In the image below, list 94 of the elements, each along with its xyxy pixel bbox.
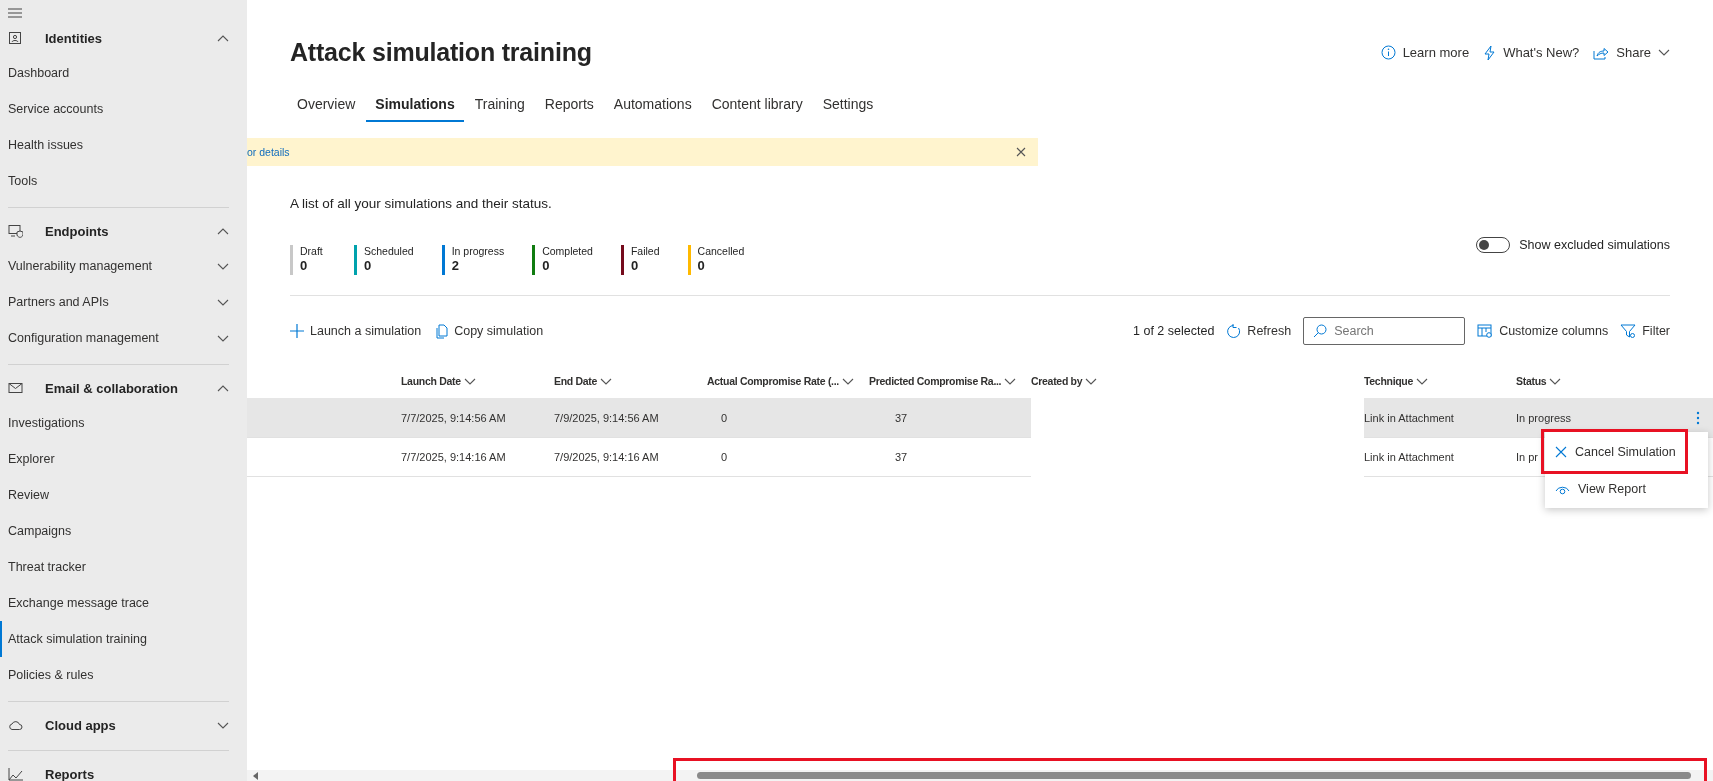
table-cell: 7/9/2025, 9:14:16 AM	[554, 450, 659, 463]
selection-count: 1 of 2 selected	[1133, 324, 1215, 338]
stat-count: 0	[364, 258, 373, 273]
nav-item[interactable]: Policies & rules	[0, 657, 229, 693]
stat-label: Completed	[542, 245, 593, 257]
nav-item[interactable]: Investigations	[0, 405, 229, 441]
close-icon	[1555, 445, 1567, 458]
menu-item[interactable]: Cancel Simulation	[1541, 429, 1688, 474]
scroll-left-icon	[253, 771, 259, 780]
tab[interactable]: Settings	[813, 90, 883, 122]
table-cell: 0	[721, 411, 728, 424]
section-icon	[8, 718, 23, 732]
toolbar-button[interactable]: Launch a simulation	[290, 323, 422, 339]
stat-count: 0	[697, 258, 706, 273]
info-icon	[1380, 45, 1396, 60]
stat-count: 0	[630, 258, 640, 273]
stat-label: Draft	[300, 245, 323, 257]
tab[interactable]: Training	[465, 90, 534, 122]
stat-label: In progress	[451, 245, 505, 257]
nav-item[interactable]: Review	[0, 477, 229, 513]
lightning-icon	[1483, 44, 1497, 61]
stat-label: Cancelled	[697, 245, 745, 257]
menu-button[interactable]	[8, 8, 22, 18]
table-cell: 37	[895, 450, 908, 463]
search-field[interactable]: Search	[1303, 317, 1466, 345]
column-header[interactable]: Actual Compromise Rate (...	[707, 375, 854, 387]
header-action-button[interactable]: What's New?	[1483, 44, 1580, 61]
stat-count: 0	[542, 258, 551, 273]
nav-section-header[interactable]: Reports	[0, 757, 229, 781]
table-cell: 7/7/2025, 9:14:16 AM	[401, 450, 506, 463]
nav-item[interactable]: Threat tracker	[0, 549, 229, 585]
table-cell: 7/9/2025, 9:14:56 AM	[554, 411, 659, 424]
share-icon	[1593, 45, 1610, 60]
more-icon	[1696, 410, 1700, 425]
column-header[interactable]: End Date	[554, 375, 613, 387]
stat-count: 2	[451, 258, 460, 273]
tab[interactable]: Simulations	[366, 90, 464, 122]
plus-icon	[290, 324, 304, 338]
nav-item[interactable]: Explorer	[0, 441, 229, 477]
columns-gear-icon	[1477, 324, 1494, 338]
toggle-label: Show excluded simulations	[1519, 238, 1670, 252]
search-icon	[1313, 324, 1328, 338]
column-header[interactable]: Status	[1516, 375, 1562, 387]
nav-item[interactable]: Configuration management	[0, 320, 229, 356]
page-title: Attack simulation training	[290, 38, 592, 67]
stat-label: Failed	[630, 245, 660, 257]
table-cell: In progress	[1516, 411, 1572, 424]
stat-label: Scheduled	[364, 245, 414, 257]
table-cell: Link in Attachment	[1364, 450, 1454, 463]
refresh-icon	[1226, 323, 1242, 339]
filter-icon	[1620, 323, 1637, 339]
nav-section-header[interactable]: Email & collaboration	[0, 371, 229, 405]
nav-item[interactable]: Exchange message trace	[0, 585, 229, 621]
column-header[interactable]: Predicted Compromise Ra...	[869, 375, 1017, 387]
tab[interactable]: Content library	[702, 90, 812, 122]
section-icon	[8, 767, 23, 781]
refresh-button[interactable]: Refresh	[1226, 323, 1292, 339]
header-action-button[interactable]: Learn more	[1380, 44, 1470, 61]
column-header[interactable]: Launch Date	[401, 375, 476, 387]
tab[interactable]: Reports	[535, 90, 603, 122]
nav-item[interactable]: Health issues	[0, 127, 229, 163]
nav-item[interactable]: Campaigns	[0, 513, 229, 549]
tab[interactable]: Automations	[604, 90, 701, 122]
nav-section-header[interactable]: Endpoints	[0, 214, 229, 248]
column-header[interactable]: Technique	[1364, 375, 1429, 387]
menu-item[interactable]: View Report	[1545, 474, 1708, 504]
nav-item[interactable]: Tools	[0, 163, 229, 199]
table-cell: 0	[721, 450, 728, 463]
close-icon	[1016, 147, 1026, 157]
stat-count: 0	[300, 258, 309, 273]
table-cell: In pr	[1516, 450, 1538, 463]
section-icon	[8, 31, 23, 45]
menu-icon	[8, 8, 22, 18]
nav-section-header[interactable]: Cloud apps	[0, 708, 229, 742]
filter-button[interactable]: Filter	[1620, 323, 1670, 339]
copy-icon	[435, 323, 449, 339]
nav-item[interactable]: Dashboard	[0, 55, 229, 91]
nav-item[interactable]: Vulnerability management	[0, 248, 229, 284]
tab[interactable]: Overview	[288, 90, 365, 122]
section-icon	[8, 381, 23, 395]
nav-section-header[interactable]: Identities	[0, 21, 229, 55]
details-link[interactable]: or details	[247, 146, 290, 158]
description-text: A list of all your simulations and their status.	[290, 196, 553, 211]
header-action-button[interactable]: Share	[1593, 44, 1670, 61]
nav-item[interactable]: Partners and APIs	[0, 284, 229, 320]
section-icon	[8, 224, 23, 238]
table-cell: 7/7/2025, 9:14:56 AM	[401, 411, 506, 424]
nav-item[interactable]: Attack simulation training	[0, 621, 229, 657]
toolbar-button[interactable]: Copy simulation	[435, 323, 544, 339]
table-cell: Link in Attachment	[1364, 411, 1454, 424]
nav-item[interactable]: Service accounts	[0, 91, 229, 127]
column-header[interactable]: Created by	[1031, 375, 1098, 387]
customize-columns-button[interactable]: Customize columns	[1477, 324, 1609, 338]
table-cell: 37	[895, 411, 908, 424]
